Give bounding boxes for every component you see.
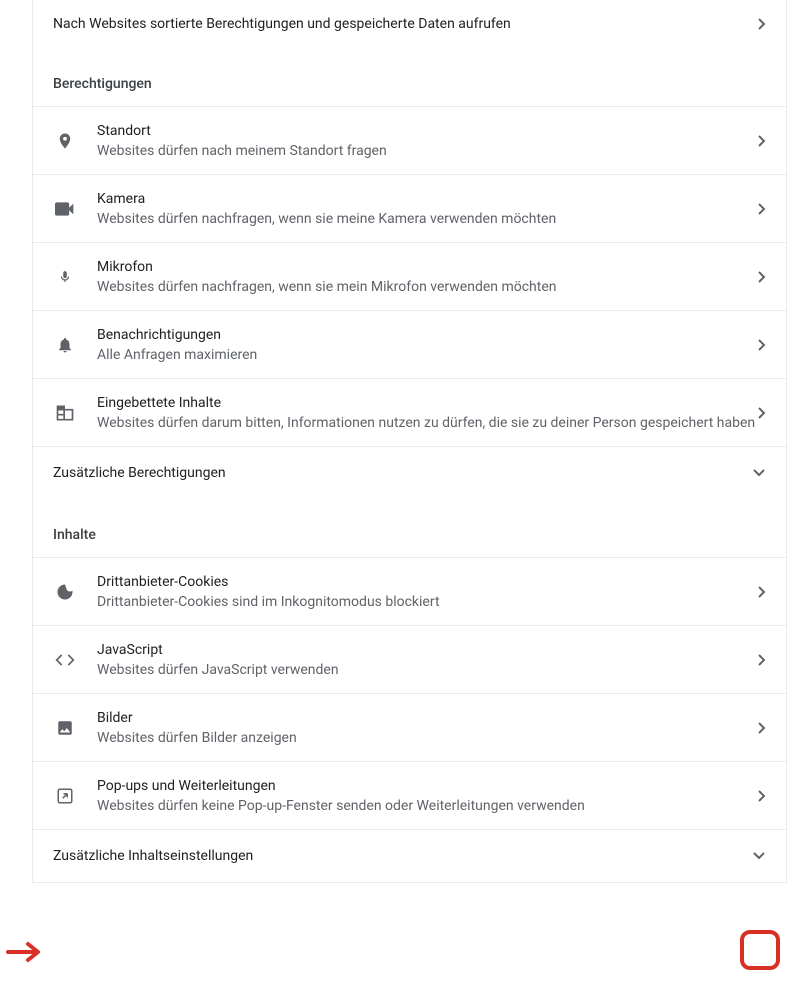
additional-content-row[interactable]: Zusätzliche Inhaltseinstellungen — [33, 829, 786, 882]
chevron-right-icon — [758, 722, 766, 734]
javascript-row[interactable]: JavaScript Websites dürfen JavaScript ve… — [33, 625, 786, 693]
chevron-right-icon — [758, 407, 766, 419]
site-data-label: Nach Websites sortierte Berechtigungen u… — [53, 16, 511, 32]
javascript-subtitle: Websites dürfen JavaScript verwenden — [97, 662, 758, 678]
additional-permissions-label: Zusätzliche Berechtigungen — [53, 465, 226, 481]
bell-icon — [53, 333, 77, 357]
microphone-subtitle: Websites dürfen nachfragen, wenn sie mei… — [97, 279, 758, 295]
location-row[interactable]: Standort Websites dürfen nach meinem Sta… — [33, 106, 786, 174]
location-text: Standort Websites dürfen nach meinem Sta… — [97, 123, 758, 159]
additional-content-label: Zusätzliche Inhaltseinstellungen — [53, 848, 253, 864]
content-header: Inhalte — [33, 499, 786, 557]
microphone-icon — [53, 265, 77, 289]
cookie-icon — [53, 580, 77, 604]
cookies-text: Drittanbieter-Cookies Drittanbieter-Cook… — [97, 574, 758, 610]
embedded-content-title: Eingebettete Inhalte — [97, 395, 758, 411]
microphone-title: Mikrofon — [97, 259, 758, 275]
additional-permissions-row[interactable]: Zusätzliche Berechtigungen — [33, 446, 786, 499]
cookies-title: Drittanbieter-Cookies — [97, 574, 758, 590]
notifications-title: Benachrichtigungen — [97, 327, 758, 343]
chevron-right-icon — [758, 203, 766, 215]
chevron-right-icon — [758, 790, 766, 802]
images-row[interactable]: Bilder Websites dürfen Bilder anzeigen — [33, 693, 786, 761]
embedded-content-row[interactable]: Eingebettete Inhalte Websites dürfen dar… — [33, 378, 786, 446]
annotation-arrow-icon — [6, 940, 44, 964]
cookies-row[interactable]: Drittanbieter-Cookies Drittanbieter-Cook… — [33, 557, 786, 625]
settings-panel: Nach Websites sortierte Berechtigungen u… — [32, 0, 787, 883]
notifications-subtitle: Alle Anfragen maximieren — [97, 347, 758, 363]
chevron-right-icon — [758, 654, 766, 666]
chevron-right-icon — [758, 339, 766, 351]
popups-text: Pop-ups und Weiterleitungen Websites dür… — [97, 778, 758, 814]
javascript-text: JavaScript Websites dürfen JavaScript ve… — [97, 642, 758, 678]
cookies-subtitle: Drittanbieter-Cookies sind im Inkognitom… — [97, 594, 758, 610]
popups-row[interactable]: Pop-ups und Weiterleitungen Websites dür… — [33, 761, 786, 829]
microphone-text: Mikrofon Websites dürfen nachfragen, wen… — [97, 259, 758, 295]
chevron-right-icon — [758, 271, 766, 283]
embedded-content-text: Eingebettete Inhalte Websites dürfen dar… — [97, 395, 758, 431]
image-icon — [53, 716, 77, 740]
embedded-content-subtitle: Websites dürfen darum bitten, Informatio… — [97, 415, 758, 431]
popup-icon — [53, 784, 77, 808]
site-data-row[interactable]: Nach Websites sortierte Berechtigungen u… — [33, 0, 786, 48]
microphone-row[interactable]: Mikrofon Websites dürfen nachfragen, wen… — [33, 242, 786, 310]
popups-subtitle: Websites dürfen keine Pop-up-Fenster sen… — [97, 798, 758, 814]
chevron-right-icon — [758, 586, 766, 598]
popups-title: Pop-ups und Weiterleitungen — [97, 778, 758, 794]
location-title: Standort — [97, 123, 758, 139]
camera-icon — [53, 197, 77, 221]
images-subtitle: Websites dürfen Bilder anzeigen — [97, 730, 758, 746]
chevron-down-icon — [752, 469, 766, 477]
embedded-content-icon — [53, 401, 77, 425]
notifications-row[interactable]: Benachrichtigungen Alle Anfragen maximie… — [33, 310, 786, 378]
chevron-right-icon — [758, 135, 766, 147]
permissions-header: Berechtigungen — [33, 48, 786, 106]
chevron-down-icon — [752, 852, 766, 860]
camera-subtitle: Websites dürfen nachfragen, wenn sie mei… — [97, 211, 758, 227]
images-text: Bilder Websites dürfen Bilder anzeigen — [97, 710, 758, 746]
code-icon — [53, 648, 77, 672]
chevron-right-icon — [758, 18, 766, 30]
location-subtitle: Websites dürfen nach meinem Standort fra… — [97, 143, 758, 159]
images-title: Bilder — [97, 710, 758, 726]
javascript-title: JavaScript — [97, 642, 758, 658]
location-icon — [53, 129, 77, 153]
camera-row[interactable]: Kamera Websites dürfen nachfragen, wenn … — [33, 174, 786, 242]
annotation-circle — [740, 930, 780, 970]
camera-title: Kamera — [97, 191, 758, 207]
camera-text: Kamera Websites dürfen nachfragen, wenn … — [97, 191, 758, 227]
notifications-text: Benachrichtigungen Alle Anfragen maximie… — [97, 327, 758, 363]
